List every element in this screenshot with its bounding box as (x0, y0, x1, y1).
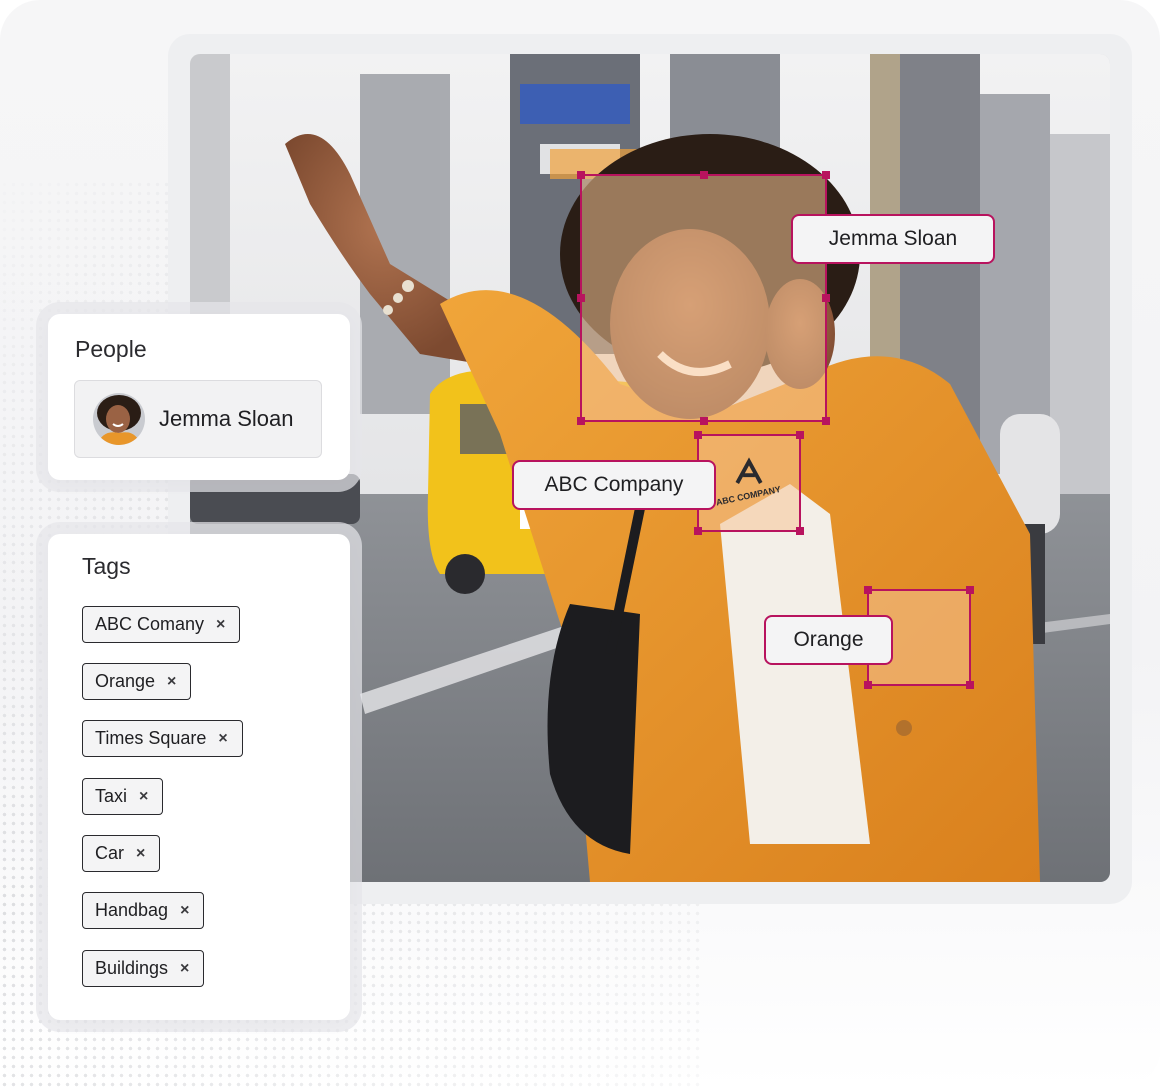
resize-handle[interactable] (577, 294, 585, 302)
avatar-photo-icon (93, 393, 145, 445)
remove-tag-icon[interactable]: × (218, 730, 227, 748)
people-card-title: People (75, 336, 147, 362)
tag-chip[interactable]: Car × (82, 835, 161, 872)
tag-label: Times Square (95, 728, 207, 748)
logo-label[interactable]: ABC Company (512, 460, 716, 510)
face-bounding-box[interactable] (577, 171, 830, 425)
resize-handle[interactable] (966, 586, 974, 594)
resize-handle[interactable] (577, 171, 585, 179)
tags-card-title: Tags (82, 553, 131, 579)
tags-card: Tags ABC Comany × Orange × Times Square … (48, 534, 350, 1020)
resize-handle[interactable] (699, 417, 708, 425)
logo-text: ABC COMPANY (715, 484, 782, 507)
remove-tag-icon[interactable]: × (167, 673, 176, 691)
remove-tag-icon[interactable]: × (136, 845, 145, 863)
resize-handle[interactable] (864, 681, 872, 689)
resize-handle[interactable] (822, 417, 830, 425)
resize-handle[interactable] (699, 171, 708, 179)
tag-label: Buildings (95, 958, 169, 978)
tag-chip[interactable]: ABC Comany × (82, 606, 241, 643)
orange-label[interactable]: Orange (764, 615, 893, 665)
person-chip[interactable]: Jemma Sloan (74, 380, 322, 458)
tag-chip[interactable]: Taxi × (82, 778, 164, 815)
tag-label: ABC Comany (95, 614, 205, 634)
resize-handle[interactable] (822, 171, 830, 179)
tag-chip[interactable]: Buildings × (82, 950, 205, 987)
resize-handle[interactable] (864, 586, 872, 594)
resize-handle[interactable] (966, 681, 974, 689)
remove-tag-icon[interactable]: × (216, 616, 225, 634)
face-label[interactable]: Jemma Sloan (791, 214, 995, 264)
remove-tag-icon[interactable]: × (180, 960, 189, 978)
resize-handle[interactable] (577, 417, 585, 425)
tag-label: Taxi (95, 786, 128, 806)
remove-tag-icon[interactable]: × (139, 788, 148, 806)
resize-handle[interactable] (822, 294, 830, 302)
person-name: Jemma Sloan (159, 406, 294, 431)
tag-chip[interactable]: Orange × (82, 663, 192, 700)
tag-chip[interactable]: Times Square × (82, 720, 243, 757)
people-card: People Jemma Sloan (48, 314, 350, 480)
remove-tag-icon[interactable]: × (180, 902, 189, 920)
tag-label: Handbag (95, 900, 169, 920)
tag-label: Car (95, 843, 125, 863)
tag-chip[interactable]: Handbag × (82, 892, 205, 929)
tag-label: Orange (95, 671, 156, 691)
avatar (93, 393, 145, 445)
